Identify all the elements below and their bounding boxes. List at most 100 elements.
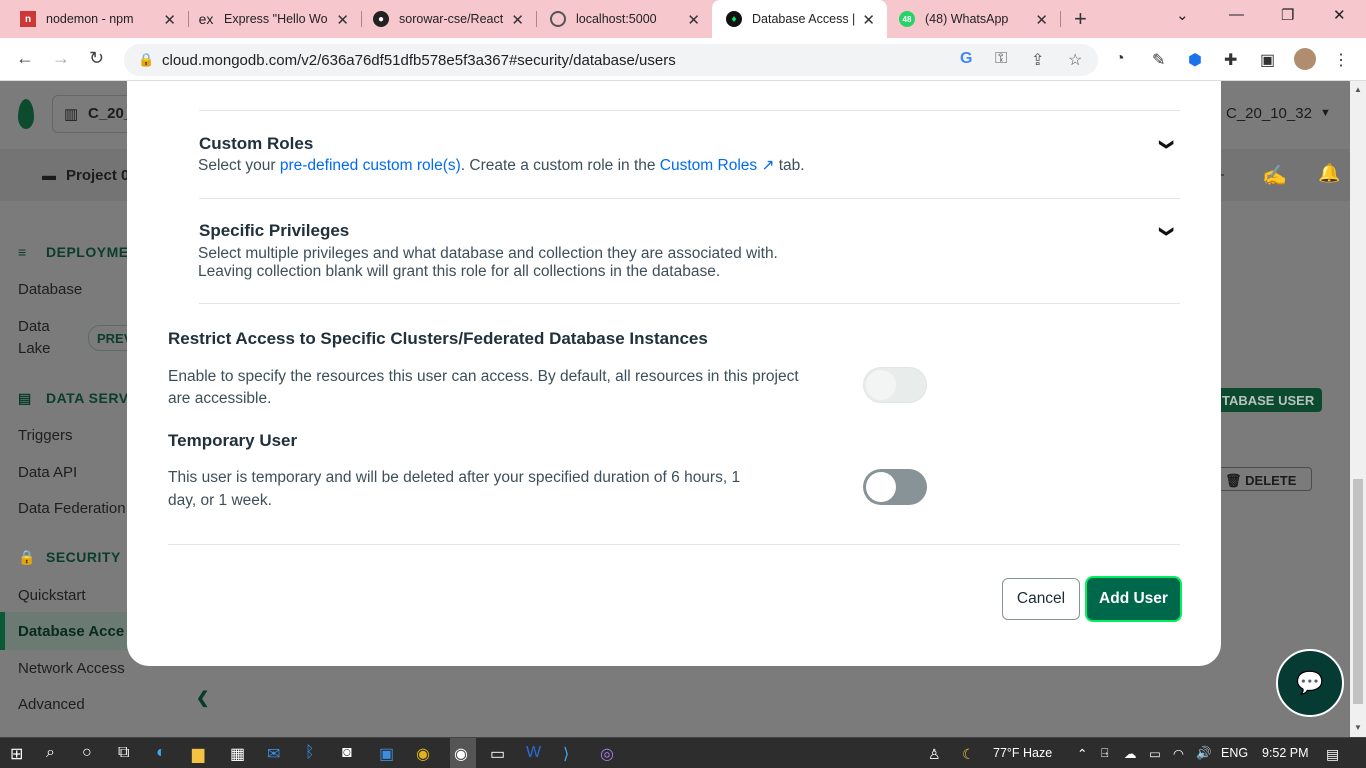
- minimize-icon[interactable]: —: [1229, 6, 1244, 23]
- org-name-right[interactable]: C_20_10_32: [1226, 105, 1312, 122]
- lock-icon[interactable]: 🔒: [138, 52, 154, 68]
- collapse-sidebar-icon[interactable]: ❮: [196, 688, 209, 708]
- sidebar-item-data-federation[interactable]: Data Federation: [18, 500, 126, 517]
- forward-icon[interactable]: →: [52, 48, 70, 69]
- external-link-icon[interactable]: ↗: [757, 157, 774, 174]
- url-text[interactable]: cloud.mongodb.com/v2/636a76df51dfb578e5f…: [162, 52, 676, 69]
- add-database-user-button[interactable]: TABASE USER: [1216, 388, 1322, 412]
- tab-express[interactable]: ex Express "Hello Wo ✕: [188, 0, 361, 38]
- github-icon: ●: [373, 11, 389, 27]
- cortana-icon[interactable]: ○: [82, 744, 92, 762]
- edge-icon[interactable]: ◐: [156, 744, 166, 762]
- close-tab-icon[interactable]: ✕: [511, 11, 524, 29]
- onedrive-icon[interactable]: ☁: [1124, 746, 1137, 761]
- close-window-icon[interactable]: ✕: [1333, 6, 1346, 24]
- address-bar[interactable]: 🔒 cloud.mongodb.com/v2/636a76df51dfb578e…: [124, 44, 1098, 76]
- sidebar-item-database[interactable]: Database: [18, 281, 82, 298]
- delete-user-button[interactable]: 🗑 DELETE: [1218, 467, 1312, 491]
- back-icon[interactable]: ←: [16, 48, 34, 69]
- vscode-icon[interactable]: ⟩: [563, 744, 569, 764]
- sidebar-item-data-lake-2[interactable]: Lake: [18, 340, 51, 357]
- notification-bell-icon[interactable]: 🔔: [1318, 163, 1340, 184]
- weather-text[interactable]: 77°F Haze: [993, 746, 1052, 760]
- chevron-down-icon[interactable]: ❯: [1158, 226, 1175, 238]
- scroll-thumb[interactable]: [1353, 479, 1363, 704]
- temporary-user-toggle[interactable]: [863, 469, 927, 505]
- weather-moon-icon[interactable]: ☾: [962, 746, 975, 763]
- mongodb-leaf-icon[interactable]: [18, 99, 34, 129]
- sidebar-item-data-lake-1[interactable]: Data: [18, 318, 50, 335]
- chrome-active-icon[interactable]: ◉: [450, 738, 476, 768]
- new-tab-icon[interactable]: +: [1074, 6, 1087, 32]
- app-icon[interactable]: ▣: [379, 744, 394, 764]
- project-name[interactable]: Project 0: [66, 167, 129, 184]
- activity-icon[interactable]: ✍: [1262, 163, 1287, 188]
- usb-icon[interactable]: ⍈: [1101, 746, 1109, 761]
- close-tab-icon[interactable]: ✕: [687, 11, 700, 29]
- scroll-up-icon[interactable]: ▲: [1354, 85, 1362, 94]
- caret-down-icon[interactable]: ▼: [1320, 107, 1331, 119]
- key-icon[interactable]: ⚿: [995, 50, 1007, 68]
- restrict-access-toggle[interactable]: [863, 367, 927, 403]
- bookmark-star-icon[interactable]: ☆: [1068, 50, 1082, 70]
- cancel-button[interactable]: Cancel: [1002, 578, 1080, 620]
- sidebar-item-triggers[interactable]: Triggers: [18, 427, 72, 444]
- battery-icon[interactable]: ▭: [1149, 746, 1161, 761]
- sidebar-item-database-access[interactable]: Database Acce: [18, 623, 124, 640]
- google-icon[interactable]: G: [960, 50, 972, 68]
- performance-extension-icon[interactable]: ◔: [1115, 50, 1125, 68]
- close-tab-icon[interactable]: ✕: [862, 11, 875, 29]
- sidebar-item-data-api[interactable]: Data API: [18, 464, 77, 481]
- people-icon[interactable]: ♙: [928, 746, 941, 763]
- github-desktop-icon[interactable]: ◎: [600, 744, 614, 764]
- language-indicator[interactable]: ENG: [1221, 746, 1248, 760]
- extensions-puzzle-icon[interactable]: ✚: [1224, 50, 1237, 70]
- predefined-custom-roles-link[interactable]: pre-defined custom role(s): [280, 157, 461, 174]
- specific-privileges-title[interactable]: Specific Privileges: [199, 221, 349, 241]
- search-icon[interactable]: ⌕: [46, 744, 55, 762]
- page-scrollbar[interactable]: ▲ ▼: [1350, 81, 1366, 737]
- profile-avatar[interactable]: [1294, 48, 1316, 70]
- close-tab-icon[interactable]: ✕: [336, 11, 349, 29]
- volume-icon[interactable]: 🔊: [1196, 746, 1212, 761]
- share-icon[interactable]: ⇪: [1031, 50, 1044, 70]
- tab-localhost[interactable]: localhost:5000 ✕: [536, 0, 712, 38]
- mongodb-leaf-icon: ♦: [726, 11, 742, 27]
- store-icon[interactable]: ▦: [230, 744, 245, 764]
- close-tab-icon[interactable]: ✕: [163, 11, 176, 29]
- chevron-down-icon[interactable]: ❯: [1158, 139, 1175, 151]
- tab-github[interactable]: ● sorowar-cse/React ✕: [361, 0, 536, 38]
- tab-whatsapp[interactable]: 48 (48) WhatsApp ✕: [887, 0, 1060, 38]
- extension-blue-icon[interactable]: ⬢: [1188, 50, 1202, 70]
- tab-search-icon[interactable]: ⌄: [1176, 6, 1189, 24]
- scroll-down-icon[interactable]: ▼: [1354, 723, 1362, 732]
- bluetooth-icon[interactable]: ᛒ: [305, 744, 315, 762]
- tab-database-access[interactable]: ♦ Database Access | ✕: [712, 0, 887, 38]
- word-icon[interactable]: W: [526, 744, 541, 762]
- tray-chevron-up-icon[interactable]: ⌃: [1077, 746, 1087, 761]
- sidebar-item-network-access[interactable]: Network Access: [18, 660, 125, 677]
- sidebar-item-quickstart[interactable]: Quickstart: [18, 587, 86, 604]
- reload-icon[interactable]: ↻: [89, 48, 104, 69]
- chrome-icon[interactable]: ◉: [416, 744, 430, 764]
- file-explorer-icon[interactable]: ▆: [192, 744, 204, 764]
- close-tab-icon[interactable]: ✕: [1035, 11, 1048, 29]
- clock[interactable]: 9:52 PM: [1262, 746, 1309, 760]
- wifi-icon[interactable]: ◠: [1173, 746, 1184, 761]
- add-user-button[interactable]: Add User: [1087, 578, 1180, 620]
- notifications-icon[interactable]: ▤: [1326, 746, 1339, 763]
- eyedropper-extension-icon[interactable]: ✎: [1152, 50, 1165, 70]
- restore-icon[interactable]: ❐: [1281, 6, 1294, 24]
- camera-icon[interactable]: ◙: [342, 744, 352, 762]
- custom-roles-title[interactable]: Custom Roles: [199, 134, 313, 154]
- task-view-icon[interactable]: ⧉: [118, 744, 129, 762]
- custom-roles-tab-link[interactable]: Custom Roles: [660, 157, 757, 174]
- mail-icon[interactable]: ✉: [267, 744, 280, 764]
- sidebar-item-advanced[interactable]: Advanced: [18, 696, 85, 713]
- tab-npm[interactable]: n nodemon - npm ✕: [10, 0, 188, 38]
- side-panel-icon[interactable]: ▣: [1260, 50, 1275, 70]
- terminal-icon[interactable]: ▭: [490, 744, 505, 764]
- windows-start-icon[interactable]: ⊞: [10, 744, 23, 764]
- menu-kebab-icon[interactable]: ⋮: [1333, 50, 1349, 70]
- chat-support-button[interactable]: 💬: [1276, 649, 1344, 717]
